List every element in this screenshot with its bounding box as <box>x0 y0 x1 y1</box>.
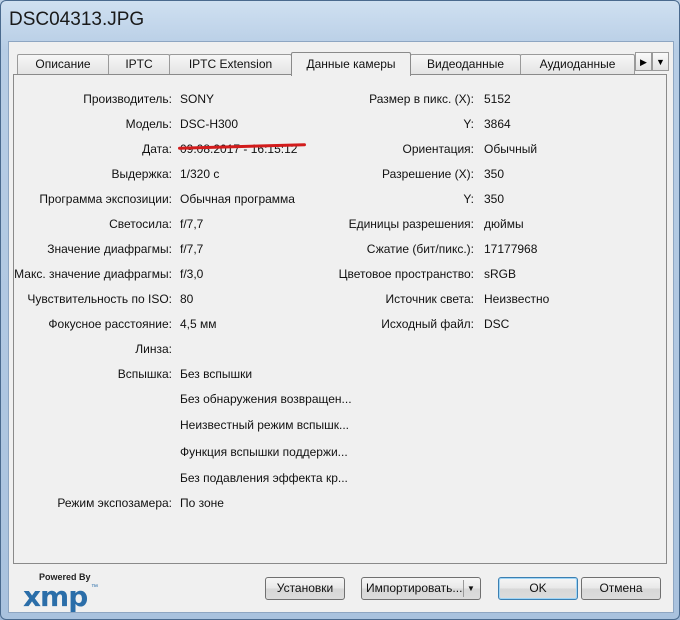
tab-camera-data[interactable]: Данные камеры <box>291 52 411 76</box>
xmp-trademark: ™ <box>91 584 98 591</box>
field-label-lens: Линза: <box>135 342 172 356</box>
field-value-resolution-y: 350 <box>484 192 505 206</box>
field-value-flash: Без вспышки <box>180 367 253 381</box>
field-label-manufacturer: Производитель: <box>83 92 172 106</box>
field-label-focal-length: Фокусное расстояние: <box>48 317 172 331</box>
field-label-compression: Сжатие (бит/пикс.): <box>366 242 474 256</box>
import-dropdown-arrow-icon[interactable]: ▼ <box>467 578 475 599</box>
field-label-resolution-y: Y: <box>463 192 474 206</box>
field-label-metering: Режим экспозамера: <box>57 496 172 510</box>
cancel-button[interactable]: Отмена <box>581 577 661 600</box>
xmp-brand-text: xmp <box>23 580 88 613</box>
field-label-shutter: Выдержка: <box>111 167 172 181</box>
field-value-flash-return: Без обнаружения возвращен... <box>180 392 352 406</box>
camera-data-panel: Производитель: SONY Модель: DSC-H300 Дат… <box>13 74 667 564</box>
import-split-button[interactable]: Импортировать... ▼ <box>361 577 481 600</box>
field-value-resolution-x: 350 <box>484 167 505 181</box>
split-divider <box>463 580 464 597</box>
field-value-focal-length: 4,5 мм <box>180 317 217 331</box>
field-value-flash-mode: Неизвестный режим вспышк... <box>180 418 350 432</box>
field-label-source-file: Исходный файл: <box>381 317 474 331</box>
import-button-label[interactable]: Импортировать... <box>366 581 462 595</box>
field-value-compression: 17177968 <box>484 242 538 256</box>
tab-iptc[interactable]: IPTC <box>108 54 170 74</box>
field-value-color-space: sRGB <box>484 267 517 281</box>
field-value-orientation: Обычный <box>484 142 538 156</box>
field-label-resolution-x: Разрешение (X): <box>382 167 474 181</box>
field-value-shutter: 1/320 с <box>180 167 220 181</box>
field-value-source-file: DSC <box>484 317 510 331</box>
field-value-light-source: Неизвестно <box>484 292 550 306</box>
tab-audio-data[interactable]: Аудиоданные <box>520 54 635 74</box>
field-value-manufacturer: SONY <box>180 92 215 106</box>
tab-video-data[interactable]: Видеоданные <box>410 54 521 74</box>
tab-scroll-right-icon[interactable]: ▶ <box>635 52 652 71</box>
field-label-exposure-program: Программа экспозиции: <box>39 192 172 206</box>
tab-scroll-controls: ▶ ▼ <box>635 52 671 72</box>
field-label-orientation: Ориентация: <box>402 142 474 156</box>
field-label-resolution-units: Единицы разрешения: <box>348 217 474 231</box>
xmp-logo: Powered By xmp ™ <box>21 570 111 613</box>
field-value-max-aperture: f/3,0 <box>180 267 204 281</box>
field-label-iso: Чувствительность по ISO: <box>27 292 172 306</box>
field-value-resolution-units: дюймы <box>484 217 524 231</box>
field-value-aperture: f/7,7 <box>180 242 204 256</box>
field-label-light-source: Источник света: <box>385 292 474 306</box>
dialog-window: DSC04313.JPG Описание IPTC IPTC Extensio… <box>0 0 680 620</box>
ok-button[interactable]: OK <box>498 577 578 600</box>
field-label-flash: Вспышка: <box>117 367 172 381</box>
tab-strip: Описание IPTC IPTC Extension Данные каме… <box>17 52 657 76</box>
field-label-max-aperture: Макс. значение диафрагмы: <box>14 267 172 281</box>
field-value-flash-function: Функция вспышки поддержи... <box>180 445 348 459</box>
field-value-fnumber: f/7,7 <box>180 217 204 231</box>
settings-button[interactable]: Установки <box>265 577 345 600</box>
field-label-model: Модель: <box>125 117 172 131</box>
field-value-iso: 80 <box>180 292 194 306</box>
field-label-aperture: Значение диафрагмы: <box>47 242 172 256</box>
field-value-pixel-x: 5152 <box>484 92 511 106</box>
window-title: DSC04313.JPG <box>9 9 145 30</box>
tab-iptc-extension[interactable]: IPTC Extension <box>169 54 292 74</box>
field-value-metering: По зоне <box>180 496 224 510</box>
field-label-color-space: Цветовое пространство: <box>338 267 474 281</box>
field-value-exposure-program: Обычная программа <box>180 192 295 206</box>
field-label-pixel-x: Размер в пикс. (X): <box>369 92 474 106</box>
field-value-flash-redeye: Без подавления эффекта кр... <box>180 471 348 485</box>
field-label-date: Дата: <box>142 142 172 156</box>
field-value-model: DSC-H300 <box>180 117 239 131</box>
field-label-fnumber: Светосила: <box>109 217 172 231</box>
tab-list-menu-icon[interactable]: ▼ <box>652 52 669 71</box>
field-label-pixel-y: Y: <box>463 117 474 131</box>
tab-description[interactable]: Описание <box>17 54 109 74</box>
dialog-client-area: Описание IPTC IPTC Extension Данные каме… <box>8 41 674 613</box>
field-value-pixel-y: 3864 <box>484 117 511 131</box>
